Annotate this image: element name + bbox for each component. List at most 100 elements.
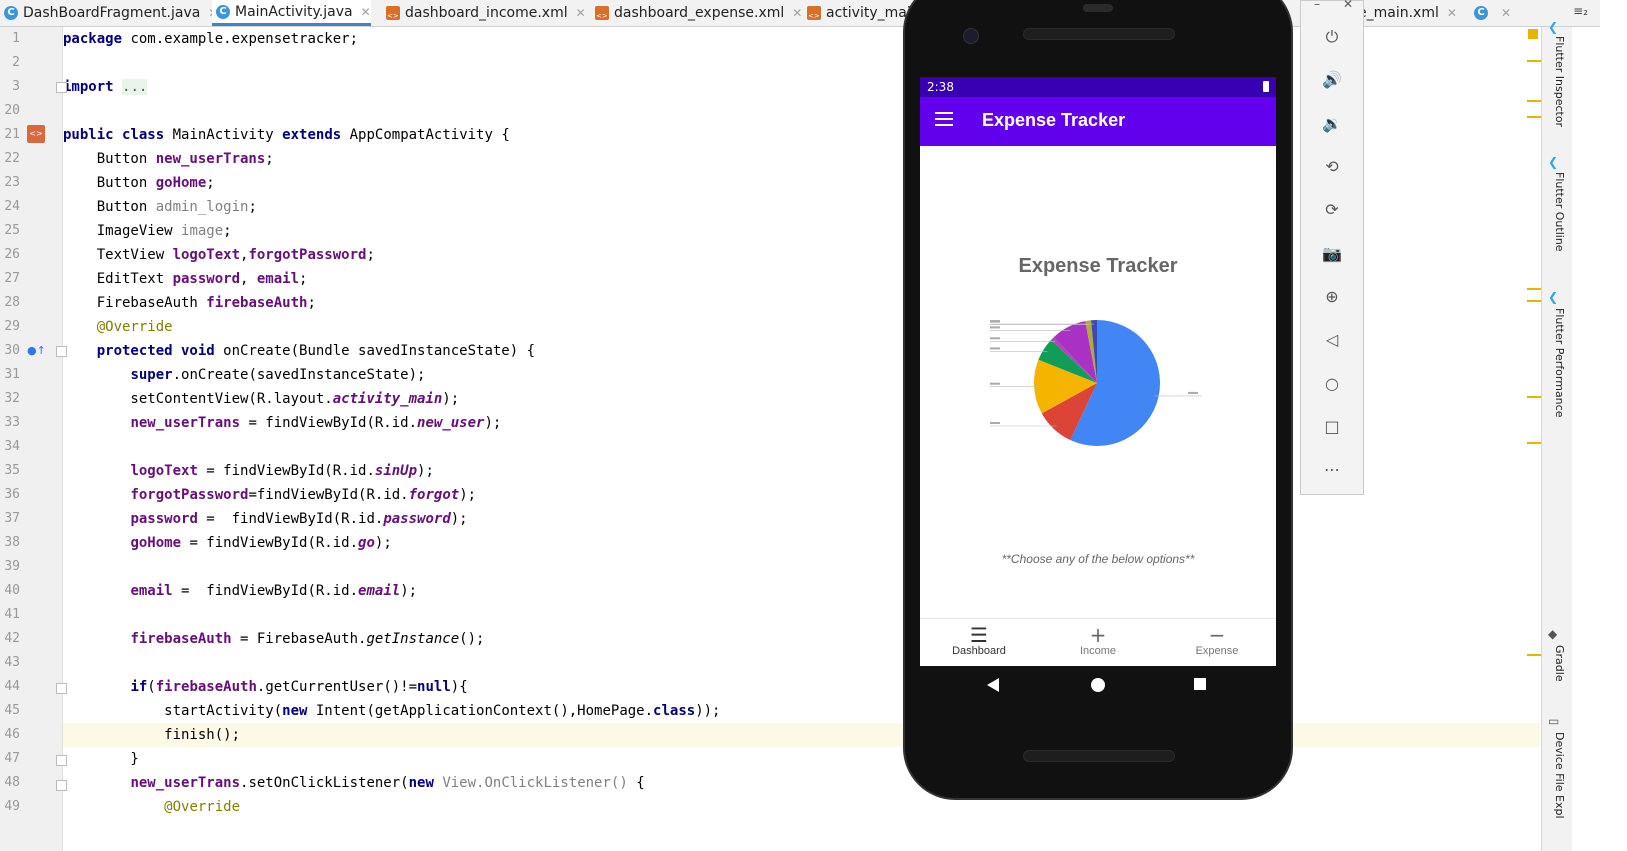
line-number: 2 [12,55,20,70]
close-icon[interactable]: ✕ [576,6,586,20]
back-icon[interactable] [987,678,999,692]
overview-icon[interactable]: □ [1316,414,1348,440]
code-line-current: finish(); [63,723,1540,747]
nav-label: Expense [1195,645,1239,657]
line-number: 42 [4,631,20,646]
pie-slice-label [990,347,1000,350]
scroll-mark [1527,100,1541,102]
scroll-mark [1527,442,1541,444]
tab-mainactivity[interactable]: C MainActivity.java ✕ [212,0,371,26]
code-line: firebaseAuth = FirebaseAuth.getInstance(… [130,631,485,647]
menu-icon: ☰ [970,623,988,647]
line-number: 24 [4,199,20,214]
xml-layout-icon [595,6,609,20]
code-line: email = findViewById(R.id.email); [130,583,418,599]
close-icon[interactable]: ✕ [361,5,371,19]
chart-title: Expense Tracker [1018,255,1178,277]
line-number: 34 [4,439,20,454]
app-bar: Expense Tracker [920,97,1276,146]
nav-expense[interactable]: − Expense [1158,619,1276,666]
pie-slice-label [990,422,1000,424]
tab-overflow-button[interactable]: ≡₂ [1573,4,1588,18]
flutter-icon: ❮ [1548,155,1559,169]
camera-icon[interactable]: 📷 [1316,241,1348,267]
tab-e-main[interactable]: e_main.xml ✕ [1358,0,1457,26]
code-line: } [63,751,139,767]
line-number: 20 [4,103,20,118]
battery-icon [1263,81,1269,92]
code-line: password = findViewById(R.id.password); [130,511,468,527]
volume-up-icon[interactable]: 🔊 [1316,67,1348,93]
rotate-right-icon[interactable]: ⟳ [1316,197,1348,223]
minimize-icon[interactable]: – [1314,0,1320,11]
tab-dashboard-expense[interactable]: dashboard_expense.xml ✕ [591,0,802,26]
line-number: 37 [4,511,20,526]
code-line: goHome = findViewById(R.id.go); [130,535,392,551]
warning-marker[interactable] [1528,29,1538,39]
layout-preview-icon[interactable]: <> [27,125,45,143]
back-icon[interactable]: ◁ [1316,327,1348,353]
menu-icon[interactable] [935,112,953,126]
tab-activity-main[interactable]: activity_mai [803,0,911,26]
xml-layout-icon [386,6,400,20]
fold-toggle[interactable] [56,755,67,766]
device-file-explorer-tab[interactable]: Device File Expl [1553,732,1566,819]
tab-label: DashBoardFragment.java [23,5,201,21]
fold-toggle[interactable] [56,780,67,791]
app-title: Expense Tracker [982,110,1126,130]
fold-toggle[interactable] [56,346,67,357]
nav-dashboard[interactable]: ☰ Dashboard [920,619,1038,666]
tab-dashboardfragment[interactable]: C DashBoardFragment.java ✕ [0,0,218,26]
line-number: 29 [4,319,20,334]
emulator-toolbar: – ✕ ⏻ 🔊 🔉 ⟲ ⟳ 📷 ⊕ ◁ ○ □ ⋯ [1300,0,1364,495]
hint-text: **Choose any of the below options** [1001,552,1195,566]
code-line: if(firebaseAuth.getCurrentUser()!=null){ [130,679,468,695]
fold-toggle[interactable] [56,683,67,694]
flutter-performance-tab[interactable]: Flutter Performance [1553,308,1566,417]
fold-toggle[interactable] [56,82,67,93]
rotate-left-icon[interactable]: ⟲ [1316,154,1348,180]
flutter-outline-tab[interactable]: Flutter Outline [1553,172,1566,252]
line-number: 49 [4,799,20,814]
close-icon[interactable]: ✕ [1501,6,1511,20]
override-marker-icon[interactable]: ●↑ [27,344,46,357]
plus-icon: + [1089,623,1107,647]
zoom-icon[interactable]: ⊕ [1316,284,1348,310]
line-number: 46 [4,727,20,742]
tab-dashboard-income[interactable]: dashboard_income.xml ✕ [382,0,586,26]
close-icon[interactable]: ✕ [1447,6,1457,20]
power-icon[interactable]: ⏻ [1316,24,1348,50]
line-number: 41 [4,607,20,622]
overview-icon[interactable] [1194,678,1206,690]
line-number: 26 [4,247,20,262]
gradle-tab[interactable]: Gradle [1553,645,1566,682]
line-number: 40 [4,583,20,598]
home-icon[interactable] [1091,678,1105,692]
nav-income[interactable]: + Income [1039,619,1157,666]
line-number: 22 [4,151,20,166]
home-icon[interactable]: ○ [1316,371,1348,397]
flutter-icon: ❮ [1548,290,1559,304]
scroll-mark [1527,288,1541,290]
java-class-icon: C [1474,6,1488,20]
scroll-mark [1527,300,1541,302]
pie-slice-label [990,382,1000,385]
java-class-icon: C [216,4,230,19]
emulator-screen[interactable]: 2:38 Expense Tracker Expense Tracker **C… [920,77,1276,666]
more-icon[interactable]: ⋯ [1316,457,1348,483]
close-icon[interactable]: ✕ [1343,0,1353,11]
bottom-navigation: ☰ Dashboard + Income − Expense [920,618,1276,666]
line-number: 23 [4,175,20,190]
code-line: startActivity(new Intent(getApplicationC… [63,703,721,719]
tab-partial[interactable]: C ✕ [1470,0,1511,26]
scroll-mark [1527,116,1541,118]
tab-label: e_main.xml [1358,5,1439,21]
tab-label: MainActivity.java [235,3,353,20]
close-icon[interactable]: ✕ [792,6,802,20]
flutter-inspector-tab[interactable]: Flutter Inspector [1553,36,1566,127]
volume-down-icon[interactable]: 🔉 [1316,111,1348,137]
expense-pie-chart [990,320,1202,446]
line-number: 48 [4,775,20,790]
bottom-speaker [1023,750,1175,762]
scroll-mark [1527,60,1541,62]
